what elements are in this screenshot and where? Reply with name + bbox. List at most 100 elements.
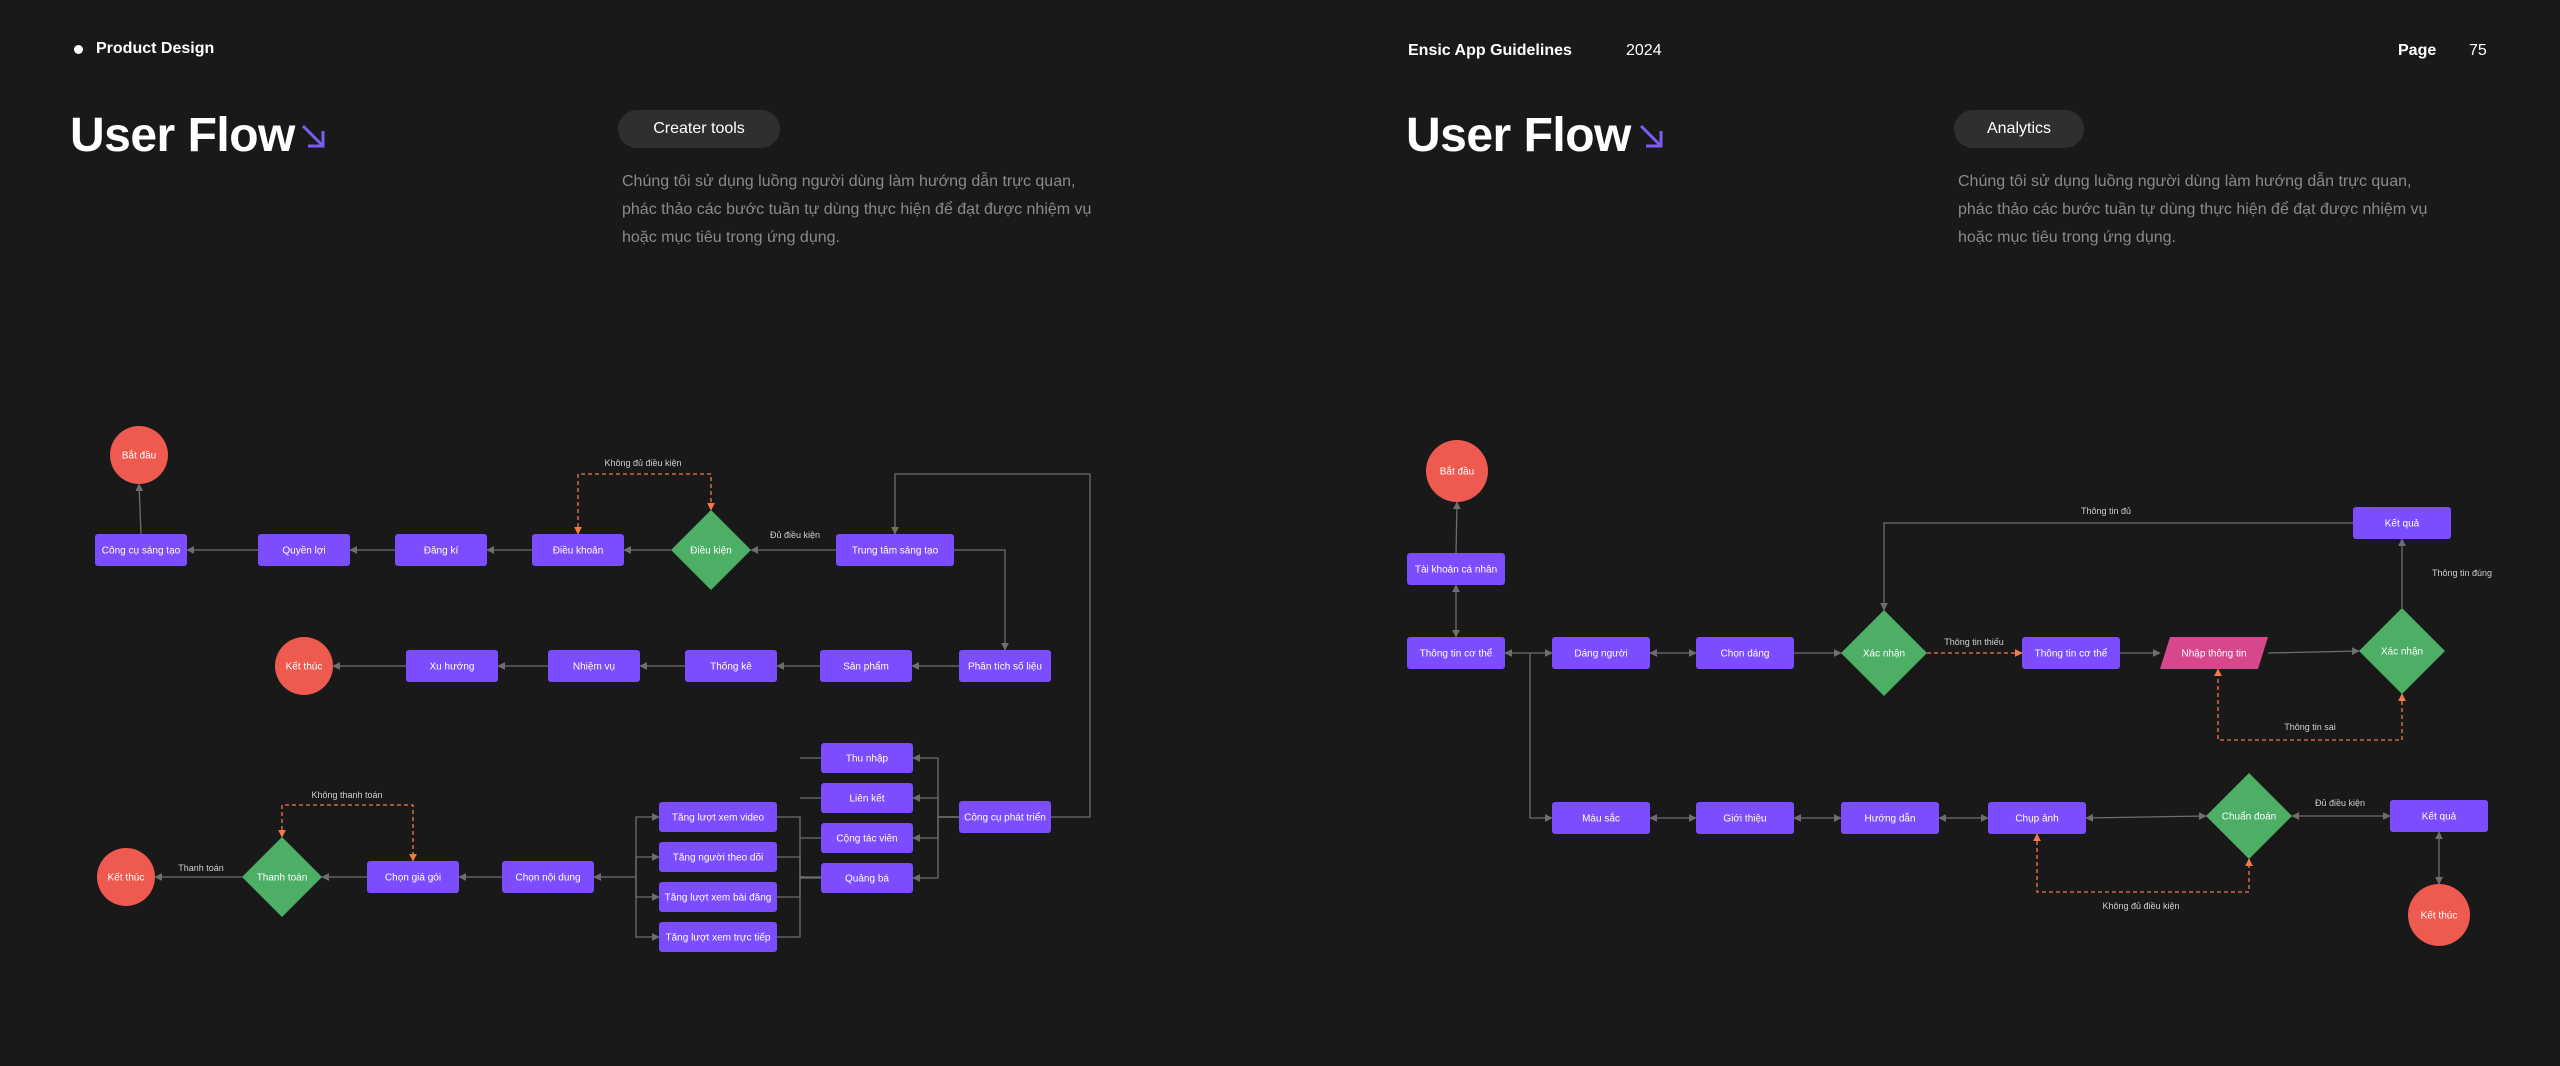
node-label: Chụp ảnh xyxy=(2015,814,2058,825)
connector xyxy=(912,794,959,818)
connector xyxy=(912,754,959,818)
connector xyxy=(635,877,660,941)
connector xyxy=(1880,522,2353,611)
flow-node-process: Tăng lượt xem video xyxy=(659,802,777,832)
connector xyxy=(1529,653,1553,822)
node-label: Thông tin cơ thể xyxy=(1420,648,1493,660)
flow-node-process: Thông tin cơ thể xyxy=(2022,637,2120,669)
node-label: Thống kê xyxy=(710,661,752,673)
node-label: Cộng tác viên xyxy=(836,834,897,845)
flow-node-process: Phân tích số liệu xyxy=(959,650,1051,682)
flow-node-process: Tăng lượt xem trực tiếp xyxy=(659,922,777,952)
edge-label: Không thanh toán xyxy=(311,790,382,800)
flow-node-process: Liên kết xyxy=(821,783,913,813)
node-label: Thu nhập xyxy=(846,754,889,765)
flow-node-process: Đăng kí xyxy=(395,534,487,566)
node-label: Điều kiện xyxy=(690,545,732,557)
node-label: Tài khoản cá nhân xyxy=(1415,565,1497,576)
dashed-connector xyxy=(2033,833,2253,893)
node-label: Điều khoản xyxy=(553,545,604,557)
node-label: Chọn giá gói xyxy=(385,873,441,884)
node-label: Kết thúc xyxy=(108,872,145,884)
flow-node-process: Chụp ảnh xyxy=(1988,802,2086,834)
flow-node-process: Nhiệm vụ xyxy=(548,650,640,682)
flow-node-terminal: Bắt đầu xyxy=(110,426,168,484)
flow-node-process: Công cụ phát triển xyxy=(959,801,1051,833)
dashed-connector xyxy=(278,804,417,862)
node-label: Tăng lượt xem trực tiếp xyxy=(666,932,771,944)
edge-label: Thông tin đúng xyxy=(2432,568,2492,578)
edge-label: Không đủ điều kiện xyxy=(604,458,681,468)
flow-node-process: Hướng dẫn xyxy=(1841,802,1939,834)
edge-label: Thanh toán xyxy=(178,863,224,873)
flow-node-process: Thông tin cơ thể xyxy=(1407,637,1505,669)
user-flow-diagram: Đủ điều kiện Không đủ điều kiện Thanh toán… xyxy=(95,426,2492,952)
edge-label: Thông tin thiếu xyxy=(1944,637,2004,647)
dashed-connector xyxy=(574,473,715,535)
flow-node-decision: Điều kiện xyxy=(671,510,751,590)
node-label: Đăng kí xyxy=(424,546,459,557)
flow-node-input: Nhập thông tin xyxy=(2160,637,2268,669)
connector xyxy=(954,549,1009,651)
connector xyxy=(635,853,660,877)
flow-node-process: Kết quả xyxy=(2390,800,2488,832)
edge-label: Thông tin đủ xyxy=(2081,506,2131,516)
node-label: Giới thiệu xyxy=(1723,814,1766,825)
flow-node-process: Chọn giá gói xyxy=(367,861,459,893)
node-label: Kết thúc xyxy=(2421,910,2458,922)
flow-node-process: Thu nhập xyxy=(821,743,913,773)
flow-node-terminal: Bắt đầu xyxy=(1426,440,1488,502)
connector xyxy=(135,483,144,535)
node-label: Tăng lượt xem bài đăng xyxy=(665,893,772,904)
node-label: Kết quả xyxy=(2422,811,2457,823)
flow-node-process: Điều khoản xyxy=(532,534,624,566)
node-label: Dáng người xyxy=(1574,649,1627,660)
connector xyxy=(777,856,804,878)
node-label: Chọn dáng xyxy=(1721,649,1770,660)
flow-node-terminal: Kết thúc xyxy=(2408,884,2470,946)
connector xyxy=(2267,647,2360,656)
flow-node-process: Quảng bá xyxy=(821,863,913,893)
flow-node-process: Chọn dáng xyxy=(1696,637,1794,669)
node-label: Công cụ sáng tạo xyxy=(102,546,181,557)
flow-node-process: Quyền lợi xyxy=(258,534,350,566)
flow-node-terminal: Kết thúc xyxy=(97,848,155,906)
edge-label: Đủ điều kiện xyxy=(770,530,820,540)
flow-node-process: Xu hướng xyxy=(406,650,498,682)
flow-node-process: Màu sắc xyxy=(1552,802,1650,834)
node-label: Thông tin cơ thể xyxy=(2035,648,2108,660)
connector xyxy=(1452,501,1461,554)
flow-node-process: Sản phẩm xyxy=(820,650,912,682)
node-label: Quyền lợi xyxy=(282,545,325,557)
connector xyxy=(891,473,1091,818)
node-label: Bắt đầu xyxy=(122,449,156,462)
connector xyxy=(635,877,660,901)
flow-node-process: Kết quả xyxy=(2353,507,2451,539)
flow-node-process: Trung tâm sáng tạo xyxy=(836,534,954,566)
flow-node-decision: Thanh toán xyxy=(242,837,322,917)
flow-node-process: Tài khoản cá nhân xyxy=(1407,553,1505,585)
node-label: Quảng bá xyxy=(845,874,889,885)
connector xyxy=(635,813,660,877)
flow-node-process: Tăng lượt xem bài đăng xyxy=(659,882,777,912)
node-label: Công cụ phát triển xyxy=(964,812,1046,824)
node-label: Phân tích số liệu xyxy=(968,661,1042,673)
node-label: Hướng dẫn xyxy=(1864,812,1915,825)
edge-label: Không đủ điều kiện xyxy=(2102,901,2179,911)
node-label: Trung tâm sáng tạo xyxy=(852,546,939,557)
node-label: Tăng người theo dõi xyxy=(673,853,764,864)
node-label: Kết thúc xyxy=(286,661,323,673)
flow-node-process: Thống kê xyxy=(685,650,777,682)
node-label: Kết quả xyxy=(2385,518,2420,530)
node-label: Bắt đầu xyxy=(1440,465,1474,478)
node-label: Sản phẩm xyxy=(843,661,889,673)
flow-node-process: Công cụ sáng tạo xyxy=(95,534,187,566)
flow-node-process: Dáng người xyxy=(1552,637,1650,669)
flow-node-decision: Xác nhận xyxy=(1841,610,1927,696)
connector xyxy=(777,876,804,938)
node-label: Thanh toán xyxy=(257,873,308,884)
connector xyxy=(912,816,959,882)
edge-label: Thông tin sai xyxy=(2284,722,2336,732)
node-label: Màu sắc xyxy=(1582,812,1620,825)
flow-node-decision: Xác nhận xyxy=(2359,608,2445,694)
